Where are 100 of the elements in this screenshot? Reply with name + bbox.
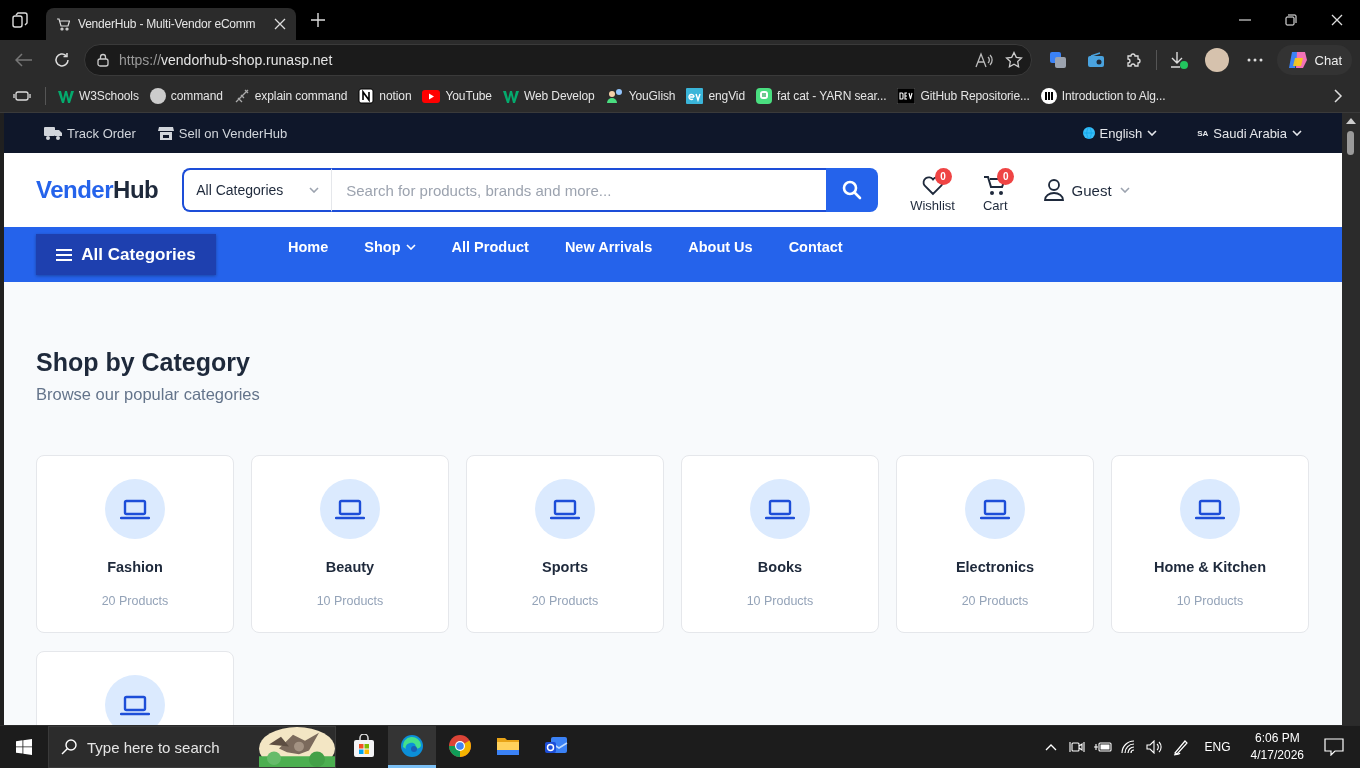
circle-icon (149, 88, 166, 104)
nav-link[interactable]: All Product (433, 227, 547, 255)
clock[interactable]: 6:06 PM 4/17/2026 (1242, 730, 1312, 764)
category-card[interactable]: Electronics 20 Products (896, 455, 1094, 633)
edge-icon (400, 733, 424, 758)
sketch-icon (233, 88, 250, 104)
people-icon (605, 88, 624, 104)
category-name: Electronics (955, 559, 1035, 575)
nav-link[interactable]: New Arrivals (546, 227, 671, 255)
product-count: 20 Products (531, 594, 599, 608)
count-badge: 0 (997, 167, 1015, 185)
globe-icon (1082, 127, 1095, 139)
play-icon (422, 89, 441, 103)
chevron-down-icon (309, 187, 320, 193)
account-menu[interactable]: Guest (1043, 179, 1130, 201)
folder-icon (496, 735, 520, 756)
scrollbar[interactable] (1342, 113, 1360, 725)
menu-icon (56, 247, 73, 262)
region-select[interactable]: SA Saudi Arabia (1197, 125, 1302, 141)
address-bar[interactable]: https://vendorhub-shop.runasp.net (84, 44, 1032, 76)
laptop-icon (965, 479, 1025, 539)
ev-logo-icon (686, 88, 704, 104)
search-button[interactable] (826, 168, 879, 212)
input-language[interactable]: ENG (1194, 740, 1241, 754)
product-count: 20 Products (961, 594, 1029, 608)
browser-tab[interactable]: VenderHub - Multi-Vendor eComm (46, 8, 296, 40)
bookmark[interactable]: YouTube (417, 85, 497, 107)
laptop-icon (105, 479, 165, 539)
chevron-down-icon (1147, 130, 1158, 136)
laptop-icon (1180, 479, 1240, 539)
taskbar-app[interactable] (388, 726, 436, 768)
category-card[interactable]: Home & Kitchen 10 Products (1111, 455, 1309, 633)
scroll-up-icon[interactable] (1346, 118, 1356, 124)
section-title: Shop by Category (36, 348, 251, 377)
close-icon[interactable] (274, 18, 286, 30)
chevron-down-icon (1292, 130, 1302, 136)
logo[interactable]: VenderHub (36, 176, 159, 204)
top-bar-link[interactable]: Track Order (44, 125, 136, 141)
cart-button[interactable]: Cart 0 (971, 167, 1020, 213)
nav-link[interactable]: Home (270, 227, 347, 255)
category-name: Home & Kitchen (1154, 559, 1266, 575)
bookmark[interactable]: command (144, 84, 228, 108)
search-icon (842, 180, 863, 200)
product-count: 10 Products (746, 594, 814, 608)
laptop-icon (535, 479, 595, 539)
w3-logo-icon (502, 89, 519, 103)
laptop-icon (105, 675, 165, 725)
category-card[interactable]: Books 10 Products (681, 455, 879, 633)
category-card[interactable]: Fashion 20 Products (36, 455, 234, 633)
dev-logo-icon (897, 88, 916, 104)
wishlist-label: Wishlist (910, 197, 955, 213)
nav-link[interactable]: About Us (670, 227, 771, 255)
nav-link[interactable]: Contact (770, 227, 861, 255)
laptop-icon (320, 479, 380, 539)
bookmark[interactable]: Web Develop (497, 85, 600, 107)
chat-bubble-icon (756, 88, 772, 104)
category-card[interactable]: Sports 20 Products (466, 455, 664, 633)
bookmark[interactable]: W3Schools (53, 85, 144, 107)
top-bar-link[interactable]: Sell on VenderHub (157, 125, 288, 141)
category-name: Beauty (325, 559, 375, 575)
search-field[interactable]: Search for products, brands and more... (332, 168, 827, 212)
chat-button[interactable]: Chat (1276, 45, 1352, 75)
chevron-down-icon (1119, 187, 1130, 193)
search-input[interactable]: Type here to search (87, 738, 257, 756)
section-subtitle: Browse our popular categories (36, 385, 261, 404)
store-icon (157, 126, 174, 140)
product-count: 20 Products (101, 594, 169, 608)
nav-link[interactable]: Shop (346, 227, 434, 255)
user-icon (1043, 179, 1064, 201)
product-count: 10 Products (316, 594, 384, 608)
search-icon (61, 739, 77, 755)
copilot-icon (1286, 50, 1309, 70)
language-select[interactable]: English (1082, 125, 1158, 141)
lock-icon (97, 53, 109, 67)
bookmark[interactable]: GitHub Repositorie... (892, 84, 1035, 108)
category-name: Sports (542, 559, 588, 575)
star-icon[interactable] (1004, 51, 1023, 69)
category-name: Books (757, 559, 803, 575)
avatar[interactable] (1204, 48, 1229, 72)
country-code: SA (1197, 128, 1209, 138)
bookmark[interactable]: explain command (228, 84, 353, 108)
bookmark[interactable]: notion (353, 84, 417, 108)
count-badge: 0 (934, 167, 952, 185)
product-count: 10 Products (1176, 594, 1244, 608)
w3-logo-icon (58, 89, 74, 103)
category-name: Fashion (107, 559, 163, 575)
taskbar-search-field[interactable]: Type here to search (48, 726, 336, 768)
read-aloud-icon[interactable] (974, 52, 995, 68)
cart-label: Cart (983, 197, 1008, 213)
scroll-thumb[interactable] (1347, 131, 1354, 155)
cart-icon (56, 17, 70, 31)
bookmark[interactable]: Introduction to Alg... (1035, 84, 1171, 108)
bookmark[interactable]: fat cat - YARN sear... (751, 84, 892, 108)
bookmark[interactable]: engVid (681, 84, 750, 108)
laptop-icon (750, 479, 810, 539)
category-card[interactable]: Beauty 10 Products (251, 455, 449, 633)
wishlist-button[interactable]: Wishlist 0 (898, 167, 967, 213)
chrome-icon (448, 733, 472, 758)
all-categories-button[interactable]: All Categories (36, 234, 216, 275)
bookmark[interactable]: YouGlish (600, 84, 681, 108)
